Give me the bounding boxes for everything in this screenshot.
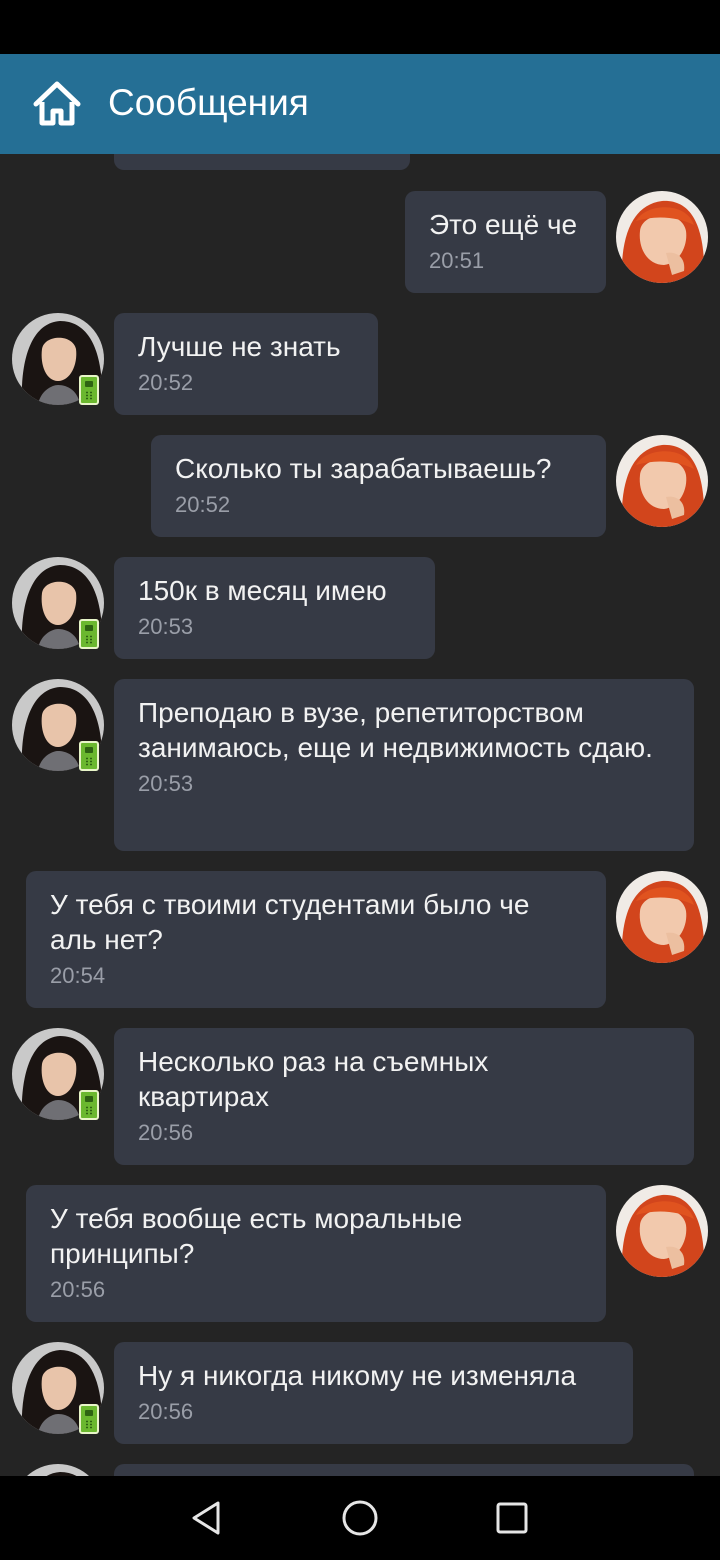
- back-button[interactable]: [180, 1492, 232, 1544]
- message-text: Это ещё че: [429, 209, 578, 240]
- status-bar: [0, 0, 720, 54]
- avatar-self[interactable]: [616, 191, 708, 283]
- message-text: Преподаю в вузе, репетиторством занимаюс…: [138, 697, 653, 763]
- message-time: 20:56: [138, 1120, 194, 1145]
- navigation-bar: [0, 1476, 720, 1560]
- avatar-self[interactable]: [616, 435, 708, 527]
- message-bubble-outgoing[interactable]: Сколько ты зарабатываешь? 20:52: [151, 435, 606, 537]
- message-bubble-incoming[interactable]: Несколько раз на съемных квартирах 20:56: [114, 1028, 694, 1165]
- avatar-self[interactable]: [616, 871, 708, 963]
- home-circle-icon: [342, 1500, 378, 1536]
- message-time: 20:56: [50, 1277, 106, 1302]
- home-icon[interactable]: [32, 80, 82, 126]
- avatar-contact[interactable]: [12, 1464, 104, 1476]
- message-bubble-incoming[interactable]: Лучше не знать 20:52: [114, 313, 378, 415]
- message-time: 20:53: [138, 771, 194, 796]
- message-bubble-partial: [114, 1464, 694, 1476]
- message-list[interactable]: Это ещё че 20:51 Лучше не знать 20:52 Ск…: [0, 154, 720, 1476]
- message-bubble-incoming[interactable]: 150к в месяц имею 20:53: [114, 557, 435, 659]
- recents-icon: [496, 1502, 528, 1534]
- message-time: 20:56: [138, 1399, 194, 1424]
- back-icon: [192, 1501, 220, 1535]
- avatar-contact[interactable]: [12, 154, 104, 166]
- mobile-online-icon: [79, 741, 99, 771]
- mobile-online-icon: [79, 619, 99, 649]
- message-text: У тебя с твоими студентами было че аль н…: [50, 889, 530, 955]
- message-bubble-partial: [114, 154, 410, 170]
- recents-button[interactable]: [486, 1492, 538, 1544]
- message-bubble-outgoing[interactable]: Это ещё че 20:51: [405, 191, 606, 293]
- mobile-online-icon: [79, 375, 99, 405]
- page-title: Сообщения: [108, 82, 309, 123]
- message-time: 20:51: [429, 248, 485, 273]
- message-time: 20:54: [50, 963, 106, 988]
- message-text: Сколько ты зарабатываешь?: [175, 453, 552, 484]
- message-time: 20:52: [175, 492, 231, 517]
- message-time: 20:52: [138, 370, 194, 395]
- message-text: Несколько раз на съемных квартирах: [138, 1046, 489, 1112]
- mobile-online-icon: [79, 1404, 99, 1434]
- app-bar: Сообщения: [0, 54, 720, 154]
- message-text: У тебя вообще есть моральные принципы?: [50, 1203, 463, 1269]
- mobile-online-icon: [79, 1090, 99, 1120]
- message-time: 20:53: [138, 614, 194, 639]
- message-bubble-outgoing[interactable]: У тебя вообще есть моральные принципы? 2…: [26, 1185, 606, 1322]
- avatar-self[interactable]: [616, 1185, 708, 1277]
- message-text: Лучше не знать: [138, 331, 341, 362]
- message-bubble-outgoing[interactable]: У тебя с твоими студентами было че аль н…: [26, 871, 606, 1008]
- message-text: 150к в месяц имею: [138, 575, 387, 606]
- home-button[interactable]: [334, 1492, 386, 1544]
- message-text: Ну я никогда никому не изменяла: [138, 1360, 577, 1391]
- message-bubble-incoming[interactable]: Преподаю в вузе, репетиторством занимаюс…: [114, 679, 694, 851]
- message-bubble-incoming[interactable]: Ну я никогда никому не изменяла 20:56: [114, 1342, 633, 1444]
